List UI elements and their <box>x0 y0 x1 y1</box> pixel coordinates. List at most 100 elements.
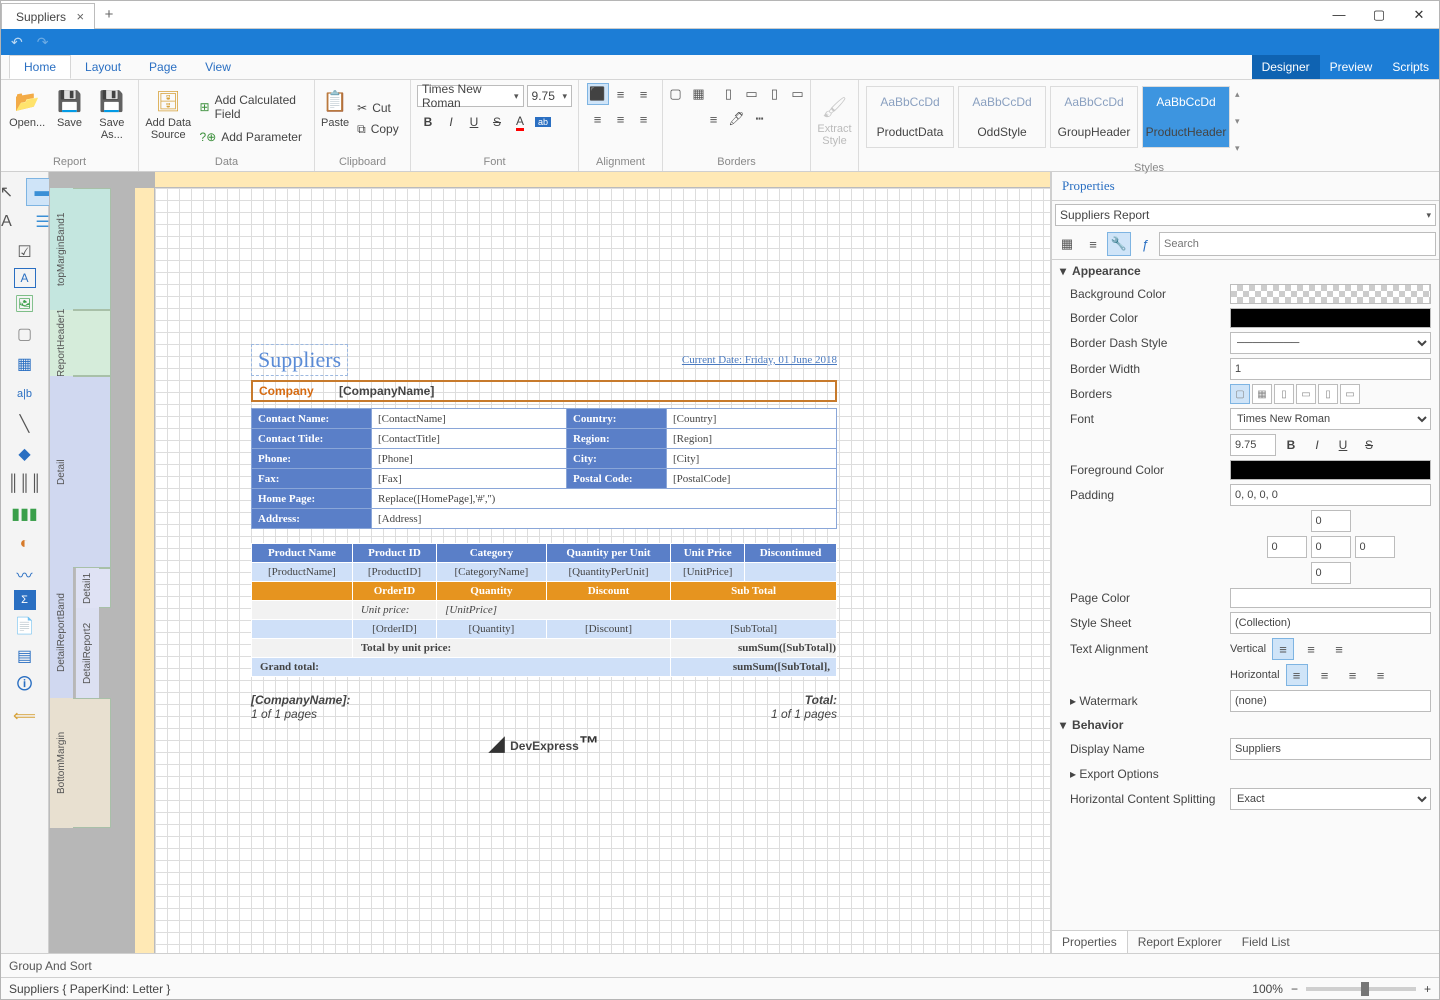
band-topmargin[interactable]: topMarginBand1 <box>49 188 73 310</box>
sparkline-tool[interactable]: 〰 <box>8 560 42 588</box>
shape-tool[interactable]: ◆ <box>8 440 42 468</box>
properties-search[interactable] <box>1159 232 1436 256</box>
align-mr-button[interactable]: ≡ <box>633 108 655 130</box>
band-reportheader[interactable]: ReportHeader1 <box>49 310 73 376</box>
info-table[interactable]: Contact Name:[ContactName]Country:[Count… <box>251 408 837 529</box>
category-behavior[interactable]: ▾ Behavior <box>1052 714 1439 736</box>
style-productheader[interactable]: AaBbCcDdProductHeader <box>1142 86 1230 148</box>
maximize-button[interactable]: ▢ <box>1359 1 1399 28</box>
band-detail[interactable]: Detail <box>49 376 73 568</box>
tab-scripts[interactable]: Scripts <box>1382 55 1439 79</box>
border-r-button[interactable]: ▯ <box>764 83 786 105</box>
design-surface[interactable]: topMarginBand1 ReportHeader1 Detail Deta… <box>49 172 1051 953</box>
save-as-button[interactable]: 💾Save As... <box>92 85 132 153</box>
prop-strike[interactable]: S <box>1358 434 1380 456</box>
hcs-select[interactable]: Exact <box>1230 788 1431 810</box>
tab-field-list[interactable]: Field List <box>1232 931 1300 953</box>
border-style-button[interactable]: ┅ <box>749 108 771 130</box>
report-title[interactable]: Suppliers <box>251 344 348 376</box>
border-dash-select[interactable]: ──────── <box>1230 332 1431 354</box>
strike-button[interactable]: S <box>486 111 508 133</box>
pivot-tool[interactable]: Σ <box>14 590 36 610</box>
properties-target-combo[interactable]: Suppliers Report▾ <box>1055 204 1436 226</box>
panel-tool[interactable]: ▢ <box>8 320 42 348</box>
zoom-slider[interactable] <box>1306 987 1416 991</box>
zoom-in-button[interactable]: + <box>1424 982 1431 996</box>
ha-right[interactable]: ≡ <box>1342 664 1364 686</box>
footer-company[interactable]: [CompanyName]: <box>251 693 350 707</box>
minimize-button[interactable]: ― <box>1319 1 1359 28</box>
band-bottommargin[interactable]: BottomMargin <box>49 698 73 828</box>
prop-font-size[interactable] <box>1230 434 1276 456</box>
padding-input[interactable] <box>1230 484 1431 506</box>
va-mid[interactable]: ≡ <box>1300 638 1322 660</box>
prop-cat-button[interactable]: ▦ <box>1055 232 1079 256</box>
bold-button[interactable]: B <box>417 111 439 133</box>
save-button[interactable]: 💾Save <box>49 85 89 153</box>
add-calc-field-button[interactable]: ⊞Add Calculated Field <box>194 90 308 124</box>
tab-designer[interactable]: Designer <box>1252 55 1320 79</box>
style-expand-icon[interactable]: ▾ <box>1235 143 1240 154</box>
grid-tool[interactable]: ▦ <box>8 350 42 378</box>
table-of-contents-tool[interactable]: ▤ <box>8 642 42 670</box>
font-name-combo[interactable]: Times New Roman▾ <box>417 85 524 107</box>
italic-button[interactable]: I <box>440 111 462 133</box>
style-sheet-input[interactable] <box>1230 612 1431 634</box>
group-and-sort-bar[interactable]: Group And Sort <box>1 953 1439 977</box>
copy-button[interactable]: ⧉Copy <box>351 119 405 140</box>
style-groupheader[interactable]: AaBbCcDdGroupHeader <box>1050 86 1138 148</box>
band-detailreport2[interactable]: DetailReport2 <box>75 608 99 698</box>
prop-fav-button[interactable]: 🔧 <box>1107 232 1131 256</box>
border-t-button[interactable]: ▭ <box>741 83 763 105</box>
gauge-tool[interactable]: ◐ <box>8 530 42 558</box>
richtext-tool[interactable]: A <box>14 268 36 288</box>
tab-preview[interactable]: Preview <box>1320 55 1383 79</box>
highlight-button[interactable]: ab <box>532 111 554 133</box>
subreport-tool[interactable]: 📄 <box>8 612 42 640</box>
align-tr-button[interactable]: ≡ <box>633 83 655 105</box>
font-color-button[interactable]: A <box>509 111 531 133</box>
border-all-button[interactable]: ▦ <box>688 83 710 105</box>
page-info-tool[interactable]: 🛈 <box>8 672 42 700</box>
redo-icon[interactable]: ↷ <box>37 34 49 51</box>
document-tab[interactable]: Suppliers× <box>1 3 95 29</box>
bg-color-swatch[interactable] <box>1230 284 1431 304</box>
checkbox-tool[interactable]: ☑ <box>8 238 42 266</box>
extract-style-button[interactable]: 🖌Extract Style <box>817 91 852 159</box>
page-break-tool[interactable]: ⟸ <box>8 702 42 730</box>
category-appearance[interactable]: ▾ Appearance <box>1052 260 1439 282</box>
close-button[interactable]: ✕ <box>1399 1 1439 28</box>
paste-button[interactable]: 📋Paste <box>321 85 349 153</box>
tab-properties[interactable]: Properties <box>1052 931 1128 953</box>
add-data-source-button[interactable]: 🗄Add Data Source <box>145 85 192 153</box>
tab-layout[interactable]: Layout <box>71 55 135 79</box>
border-none-button[interactable]: ▢ <box>665 83 687 105</box>
border-color-button[interactable]: 🖊 <box>726 108 748 130</box>
display-name-input[interactable] <box>1230 738 1431 760</box>
border-l-button[interactable]: ▯ <box>718 83 740 105</box>
open-button[interactable]: 📂Open... <box>7 85 47 153</box>
ha-center[interactable]: ≡ <box>1314 664 1336 686</box>
pointer-tool[interactable]: ↖ <box>1 178 24 206</box>
watermark-input[interactable] <box>1230 690 1431 712</box>
border-b-button[interactable]: ▭ <box>787 83 809 105</box>
chart-tool[interactable]: ▮▮▮ <box>8 500 42 528</box>
align-mc-button[interactable]: ≡ <box>610 108 632 130</box>
borders-toggle[interactable]: ▢▦▯▭▯▭ <box>1230 384 1431 404</box>
align-tl-button[interactable]: ⬛ <box>587 83 609 105</box>
font-size-combo[interactable]: 9.75▾ <box>527 85 572 107</box>
tab-report-explorer[interactable]: Report Explorer <box>1128 931 1232 953</box>
prop-underline[interactable]: U <box>1332 434 1354 456</box>
band-detailreportband[interactable]: DetailReportBand <box>49 568 73 698</box>
va-bot[interactable]: ≡ <box>1328 638 1350 660</box>
ha-justify[interactable]: ≡ <box>1370 664 1392 686</box>
character-comb-tool[interactable]: a|b <box>8 380 42 408</box>
barcode-tool[interactable]: ║║║ <box>8 470 42 498</box>
ha-left[interactable]: ≡ <box>1286 664 1308 686</box>
new-tab-button[interactable]: + <box>95 1 123 28</box>
style-oddstyle[interactable]: AaBbCcDdOddStyle <box>958 86 1046 148</box>
prop-alpha-button[interactable]: ≡ <box>1081 232 1105 256</box>
prop-expr-button[interactable]: ƒ <box>1133 232 1157 256</box>
style-up-icon[interactable]: ▴ <box>1235 89 1240 100</box>
add-parameter-button[interactable]: ?⊕Add Parameter <box>194 127 308 147</box>
